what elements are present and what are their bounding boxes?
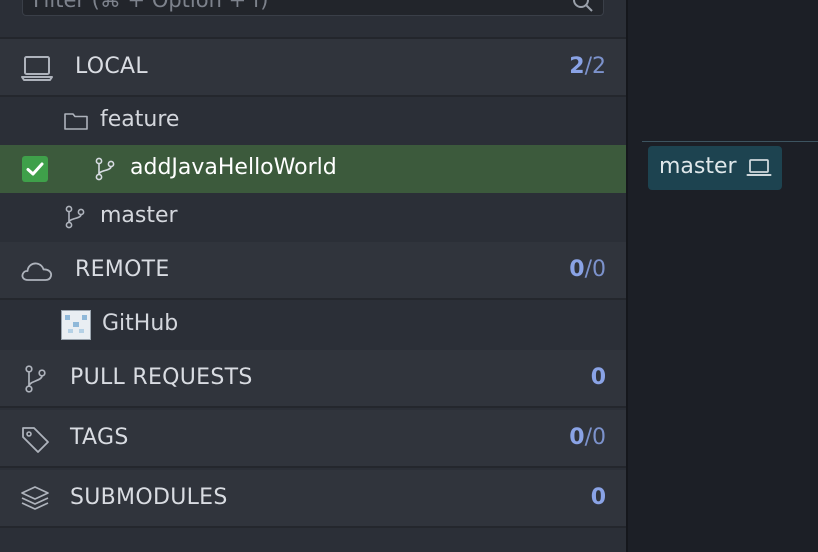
local-count-separator: /	[584, 54, 592, 79]
pull-requests-count-value: 0	[590, 365, 606, 390]
graph-row-line	[642, 141, 818, 142]
identicon-icon	[65, 315, 87, 333]
pull-request-icon	[25, 365, 46, 393]
filter-bar: Filter (⌘ + Option + f)	[0, 0, 626, 39]
cloud-icon	[21, 262, 53, 281]
folder-label: feature	[100, 107, 180, 132]
commit-graph: master	[628, 0, 818, 552]
tags-count-separator: /	[584, 425, 592, 450]
section-remote[interactable]: REMOTE 0/0	[0, 242, 626, 300]
local-count-current: 2	[569, 54, 585, 79]
tags-count-current: 0	[569, 425, 585, 450]
section-local[interactable]: LOCAL 2/2	[0, 39, 626, 97]
github-avatar	[61, 310, 91, 340]
remote-count: 0/0	[569, 257, 606, 282]
checkmark-icon	[26, 162, 44, 176]
left-panel: Filter (⌘ + Option + f) LOCAL 2/2 featur…	[0, 0, 626, 552]
tags-count-total: 0	[592, 425, 606, 450]
branch-folder-feature[interactable]: feature	[0, 97, 626, 145]
branch-icon	[95, 157, 115, 181]
branch-icon	[65, 205, 85, 229]
layers-icon	[21, 486, 49, 510]
remote-count-current: 0	[569, 257, 585, 282]
branch-tag-master[interactable]: master	[648, 146, 782, 190]
section-pull-requests-label: PULL REQUESTS	[70, 365, 253, 390]
tags-count: 0/0	[569, 425, 606, 450]
submodules-count: 0	[591, 485, 606, 510]
tag-icon	[22, 427, 49, 453]
section-remote-label: REMOTE	[75, 257, 170, 282]
search-icon[interactable]	[571, 0, 595, 14]
branch-label: addJavaHelloWorld	[130, 155, 337, 180]
filter-input[interactable]: Filter (⌘ + Option + f)	[22, 0, 604, 16]
section-submodules[interactable]: SUBMODULES 0	[0, 470, 626, 528]
branch-tag-label: master	[659, 154, 737, 179]
remote-count-total: 0	[592, 257, 606, 282]
section-tags-label: TAGS	[70, 425, 129, 450]
branch-item-addjavahelloworld[interactable]: addJavaHelloWorld	[0, 145, 626, 193]
pull-requests-count: 0	[591, 365, 606, 390]
laptop-icon	[21, 56, 53, 81]
submodules-count-value: 0	[590, 485, 606, 510]
branch-label: master	[100, 203, 178, 228]
remote-count-separator: /	[584, 257, 592, 282]
section-tags[interactable]: TAGS 0/0	[0, 410, 626, 468]
remote-label: GitHub	[102, 311, 179, 336]
laptop-icon	[746, 159, 772, 176]
checked-out-checkbox	[22, 156, 48, 182]
folder-icon	[64, 113, 88, 130]
section-submodules-label: SUBMODULES	[70, 485, 228, 510]
section-local-label: LOCAL	[75, 54, 148, 79]
remote-item-github[interactable]: GitHub	[0, 301, 626, 349]
branch-item-master[interactable]: master	[0, 193, 626, 241]
local-count-total: 2	[592, 54, 606, 79]
local-count: 2/2	[569, 54, 606, 79]
filter-placeholder: Filter (⌘ + Option + f)	[33, 0, 269, 12]
section-pull-requests[interactable]: PULL REQUESTS 0	[0, 350, 626, 408]
